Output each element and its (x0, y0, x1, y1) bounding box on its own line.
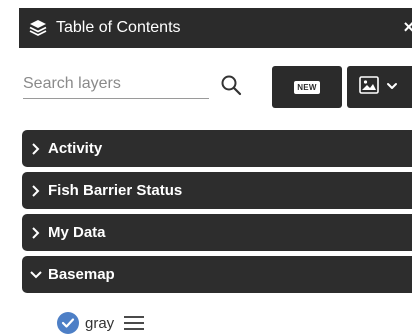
layers-icon (28, 18, 48, 38)
chevron-right-icon (30, 184, 42, 197)
chevron-down-icon (386, 78, 398, 96)
chevron-right-icon (30, 142, 42, 155)
new-layer-button[interactable]: NEW (272, 66, 342, 108)
toc-header: Table of Contents × (19, 8, 412, 48)
chevron-right-icon (30, 226, 42, 239)
layer-label: gray (85, 314, 115, 332)
group-basemap[interactable]: Basemap (22, 256, 412, 293)
group-activity[interactable]: Activity (22, 130, 412, 167)
hamburger-menu-icon[interactable] (124, 316, 145, 330)
group-label: Basemap (48, 266, 115, 283)
group-my-data[interactable]: My Data (22, 214, 412, 251)
chevron-down-icon (30, 269, 42, 281)
search-icon[interactable] (220, 74, 242, 96)
new-badge: NEW (294, 80, 320, 94)
group-label: Fish Barrier Status (48, 182, 183, 199)
basemap-button[interactable] (347, 66, 412, 108)
search-container (21, 70, 221, 102)
panel-title: Table of Contents (56, 19, 181, 36)
close-icon[interactable]: × (403, 17, 412, 38)
image-icon (359, 75, 379, 99)
group-label: Activity (48, 140, 103, 157)
group-fish-barrier-status[interactable]: Fish Barrier Status (22, 172, 412, 209)
search-input[interactable] (23, 70, 209, 99)
group-label: My Data (48, 224, 106, 241)
